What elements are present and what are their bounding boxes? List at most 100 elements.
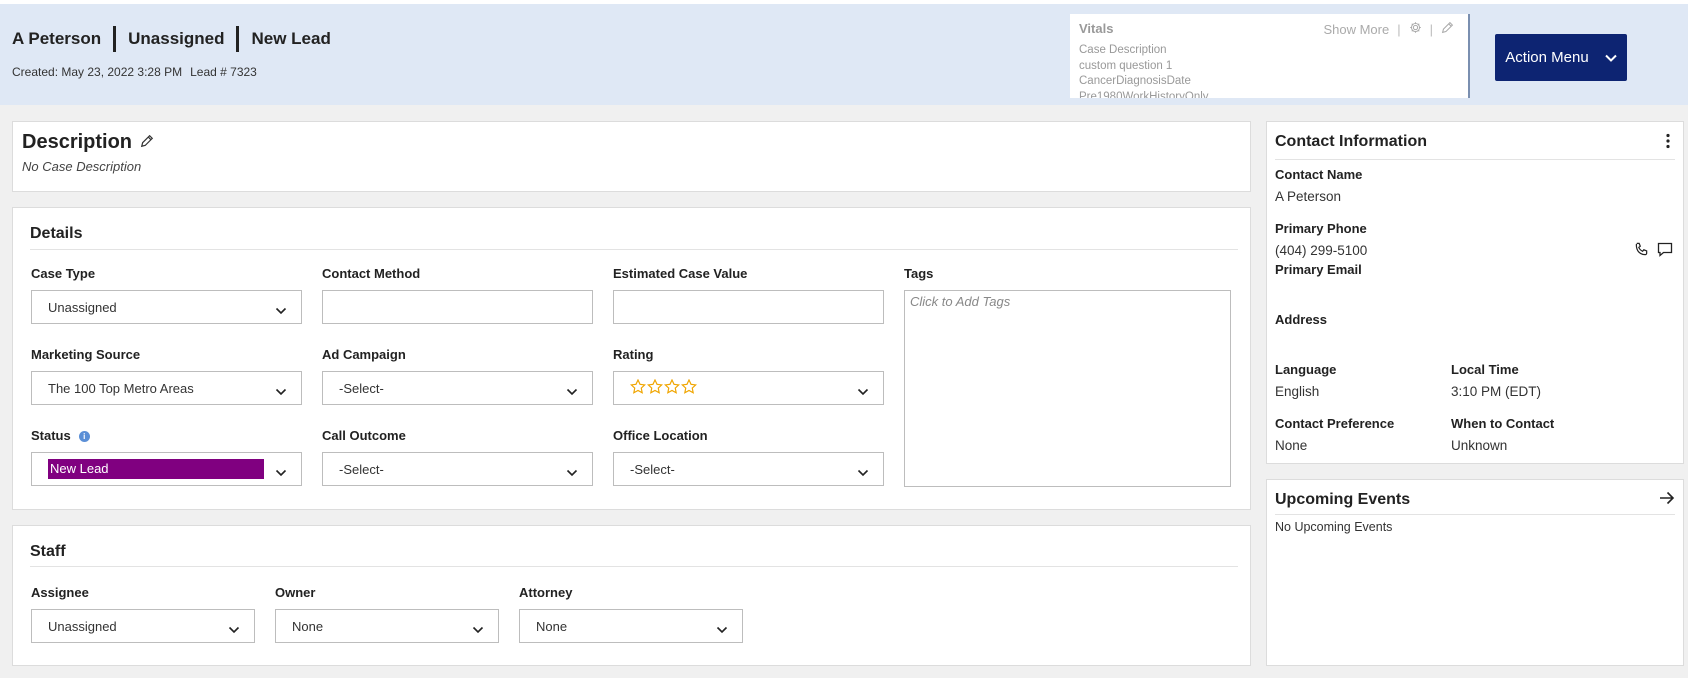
case-type-value: Unassigned: [48, 299, 117, 315]
estimated-case-value-label: Estimated Case Value: [613, 266, 748, 281]
case-type-select[interactable]: Unassigned: [31, 290, 302, 324]
call-outcome-select[interactable]: -Select-: [322, 452, 593, 486]
status-label-row: Status i: [31, 428, 90, 443]
tags-placeholder: Click to Add Tags: [910, 294, 1011, 309]
star-outline-icon[interactable]: [629, 378, 647, 397]
pencil-icon[interactable]: [1441, 21, 1454, 37]
language-label: Language: [1275, 362, 1337, 377]
estimated-case-value-input[interactable]: [613, 290, 884, 324]
chevron-down-icon: [857, 465, 869, 477]
crumb-divider: [236, 26, 240, 52]
ad-campaign-value: -Select-: [339, 380, 384, 396]
arrow-right-icon[interactable]: [1659, 491, 1675, 510]
action-menu-button[interactable]: Action Menu: [1495, 34, 1627, 81]
contact-name-label: Contact Name: [1275, 167, 1363, 182]
office-location-value: -Select-: [630, 461, 675, 477]
tags-label: Tags: [904, 266, 934, 281]
assignee-label: Assignee: [31, 585, 89, 600]
staff-title: Staff: [30, 543, 66, 560]
chevron-down-icon: [275, 384, 287, 396]
info-icon[interactable]: i: [78, 431, 90, 442]
details-title: Details: [30, 225, 83, 242]
status-label: Status: [31, 428, 71, 443]
description-text: No Case Description: [22, 159, 142, 174]
primary-phone-value[interactable]: (404) 299-5100: [1275, 243, 1367, 258]
marketing-source-label: Marketing Source: [31, 347, 141, 362]
lead-number: Lead # 7323: [190, 65, 257, 79]
star-outline-icon[interactable]: [663, 378, 681, 397]
created-date: Created: May 23, 2022 3:28 PM: [12, 65, 183, 79]
ad-campaign-select[interactable]: -Select-: [322, 371, 593, 405]
office-location-select[interactable]: -Select-: [613, 452, 884, 486]
show-more-link[interactable]: Show More: [1323, 22, 1389, 37]
call-outcome-label: Call Outcome: [322, 428, 406, 443]
contact-method-label: Contact Method: [322, 266, 421, 281]
call-outcome-value: -Select-: [339, 461, 384, 477]
chevron-down-icon: [566, 384, 578, 396]
vitals-item: CancerDiagnosisDate: [1079, 75, 1191, 87]
chevron-down-icon: [566, 465, 578, 477]
star-outline-icon[interactable]: [680, 378, 698, 397]
chevron-down-icon: [1604, 49, 1617, 66]
kebab-menu-icon[interactable]: [1665, 133, 1671, 154]
status-select[interactable]: New Lead: [31, 452, 302, 486]
toolbar-divider: |: [1397, 21, 1401, 37]
action-menu-label: Action Menu: [1505, 49, 1589, 66]
rating-label: Rating: [613, 347, 654, 362]
contact-information-panel: Contact Information Contact Name A Peter…: [1266, 121, 1684, 464]
contact-name-value: A Peterson: [1275, 189, 1342, 204]
contact-information-title: Contact Information: [1275, 133, 1427, 150]
upcoming-events-title: Upcoming Events: [1275, 491, 1411, 508]
no-events-message: No Upcoming Events: [1275, 520, 1393, 534]
owner-label: Owner: [275, 585, 316, 600]
when-to-contact-value: Unknown: [1451, 438, 1508, 453]
crumb-case-type: Unassigned: [128, 29, 225, 48]
crumb-contact-name[interactable]: A Peterson: [12, 29, 101, 49]
section-divider: [30, 566, 1238, 567]
contact-preference-label: Contact Preference: [1275, 416, 1395, 431]
contact-method-input[interactable]: [322, 290, 593, 324]
description-panel: Description No Case Description: [12, 121, 1251, 192]
pencil-icon[interactable]: [140, 131, 154, 154]
ad-campaign-label: Ad Campaign: [322, 347, 406, 362]
description-heading: Description: [22, 131, 154, 154]
attorney-label: Attorney: [519, 585, 573, 600]
upcoming-events-panel: Upcoming Events No Upcoming Events: [1266, 479, 1684, 666]
assignee-select[interactable]: Unassigned: [31, 609, 255, 643]
marketing-source-value: The 100 Top Metro Areas: [48, 380, 194, 396]
section-divider: [1275, 514, 1675, 515]
primary-email-label: Primary Email: [1275, 262, 1362, 277]
when-to-contact-label: When to Contact: [1451, 416, 1555, 431]
description-title: Description: [22, 131, 133, 153]
status-chip: New Lead: [48, 459, 264, 479]
address-label: Address: [1275, 312, 1328, 327]
chevron-down-icon: [275, 465, 287, 477]
chevron-down-icon: [857, 384, 869, 396]
message-icon[interactable]: [1657, 242, 1673, 262]
vitals-toolbar: Show More | |: [1323, 21, 1454, 37]
language-value: English: [1275, 384, 1320, 399]
vitals-item: custom question 1: [1079, 59, 1173, 72]
owner-select[interactable]: None: [275, 609, 499, 643]
vitals-title: Vitals: [1079, 21, 1114, 36]
attorney-select[interactable]: None: [519, 609, 743, 643]
rating-select[interactable]: [613, 371, 884, 405]
phone-icon[interactable]: [1634, 242, 1649, 262]
office-location-label: Office Location: [613, 428, 708, 443]
gear-icon[interactable]: [1409, 21, 1422, 37]
primary-phone-label: Primary Phone: [1275, 221, 1367, 236]
marketing-source-select[interactable]: The 100 Top Metro Areas: [31, 371, 302, 405]
rating-stars: [629, 378, 698, 397]
chevron-down-icon: [228, 622, 240, 634]
star-outline-icon[interactable]: [646, 378, 664, 397]
section-divider: [1275, 159, 1675, 160]
tags-input[interactable]: Click to Add Tags: [904, 290, 1231, 487]
local-time-value: 3:10 PM (EDT): [1451, 384, 1542, 399]
phone-actions: [1634, 242, 1673, 262]
assignee-value: Unassigned: [48, 618, 117, 634]
breadcrumb: A Peterson Unassigned New Lead: [12, 26, 331, 52]
crumb-status: New Lead: [251, 29, 331, 48]
vitals-item: Case Description: [1079, 44, 1167, 56]
contact-preference-value: None: [1275, 438, 1308, 453]
staff-panel: Staff Assignee Unassigned Owner None Att…: [12, 525, 1251, 666]
